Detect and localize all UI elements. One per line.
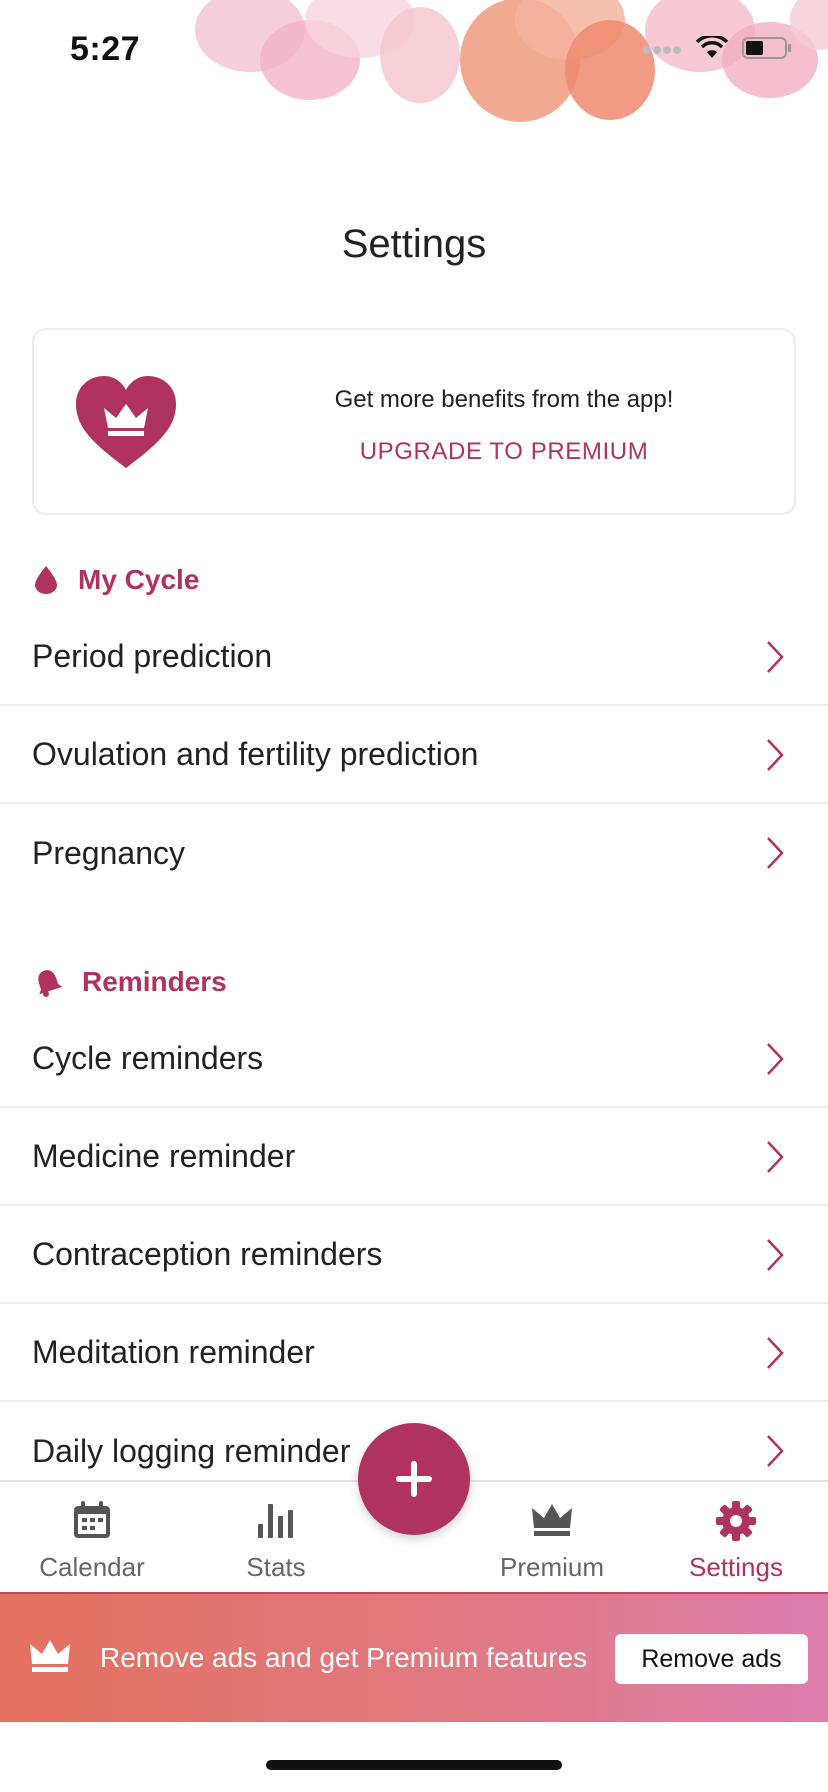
row-label: Daily logging reminder <box>32 1432 351 1469</box>
settings-row-ovulation-fertility[interactable]: Ovulation and fertility prediction <box>0 706 828 804</box>
remove-ads-button[interactable]: Remove ads <box>615 1634 808 1684</box>
home-indicator <box>266 1760 562 1770</box>
tab-premium[interactable]: Premium <box>472 1482 632 1594</box>
remove-ads-banner: Remove ads and get Premium features Remo… <box>0 1592 828 1722</box>
chevron-right-icon <box>767 1141 784 1173</box>
section-title-my-cycle: My Cycle <box>78 564 200 595</box>
crown-icon <box>532 1504 572 1536</box>
chevron-right-icon <box>767 739 784 771</box>
wifi-icon <box>696 36 728 58</box>
settings-row-contraception-reminders[interactable]: Contraception reminders <box>0 1206 828 1304</box>
row-label: Contraception reminders <box>32 1235 383 1272</box>
row-label: Ovulation and fertility prediction <box>32 735 479 772</box>
settings-row-meditation-reminder[interactable]: Meditation reminder <box>0 1304 828 1402</box>
row-label: Meditation reminder <box>32 1333 315 1370</box>
tab-settings[interactable]: Settings <box>656 1482 816 1594</box>
heart-crown-icon <box>76 376 176 468</box>
tab-label: Premium <box>499 1552 604 1582</box>
row-label: Cycle reminders <box>32 1039 264 1076</box>
status-icons <box>642 36 792 60</box>
section-title-reminders: Reminders <box>82 966 227 997</box>
gear-icon <box>716 1501 756 1541</box>
chevron-right-icon <box>767 1337 784 1369</box>
premium-upgrade-card[interactable]: Get more benefits from the app! UPGRADE … <box>32 328 796 515</box>
settings-row-cycle-reminders[interactable]: Cycle reminders <box>0 1010 828 1108</box>
ad-banner-text: Remove ads and get Premium features <box>100 1642 588 1673</box>
tab-label: Calendar <box>39 1552 145 1582</box>
chevron-right-icon <box>767 1043 784 1075</box>
calendar-icon <box>74 1501 110 1538</box>
premium-tagline: Get more benefits from the app! <box>334 386 674 413</box>
bell-icon <box>38 970 62 997</box>
settings-row-medicine-reminder[interactable]: Medicine reminder <box>0 1108 828 1206</box>
plus-icon <box>396 1461 432 1497</box>
bar-chart-icon <box>258 1504 293 1538</box>
row-label: Medicine reminder <box>32 1137 296 1174</box>
chevron-right-icon <box>767 837 784 869</box>
chevron-right-icon <box>767 1435 784 1467</box>
add-entry-button[interactable] <box>358 1423 470 1535</box>
chevron-right-icon <box>767 1239 784 1271</box>
tab-stats[interactable]: Stats <box>196 1482 356 1594</box>
battery-icon <box>742 37 791 59</box>
tab-label: Settings <box>689 1552 783 1582</box>
tab-label: Stats <box>246 1552 306 1582</box>
section-header-reminders: Reminders <box>34 966 227 998</box>
status-time: 5:27 <box>70 30 141 68</box>
drop-icon <box>35 566 57 594</box>
upgrade-premium-link[interactable]: UPGRADE TO PREMIUM <box>234 438 774 466</box>
section-header-my-cycle: My Cycle <box>34 564 199 596</box>
row-label: Pregnancy <box>32 834 185 871</box>
crown-icon <box>30 1640 70 1672</box>
page-title: Settings <box>341 222 487 266</box>
chevron-right-icon <box>767 641 784 673</box>
status-bar: 5:27 <box>0 0 828 100</box>
settings-row-period-prediction[interactable]: Period prediction <box>0 608 828 706</box>
settings-row-pregnancy[interactable]: Pregnancy <box>0 804 828 902</box>
signal-icon <box>643 46 681 54</box>
row-label: Period prediction <box>32 637 273 674</box>
tab-calendar[interactable]: Calendar <box>12 1482 172 1594</box>
